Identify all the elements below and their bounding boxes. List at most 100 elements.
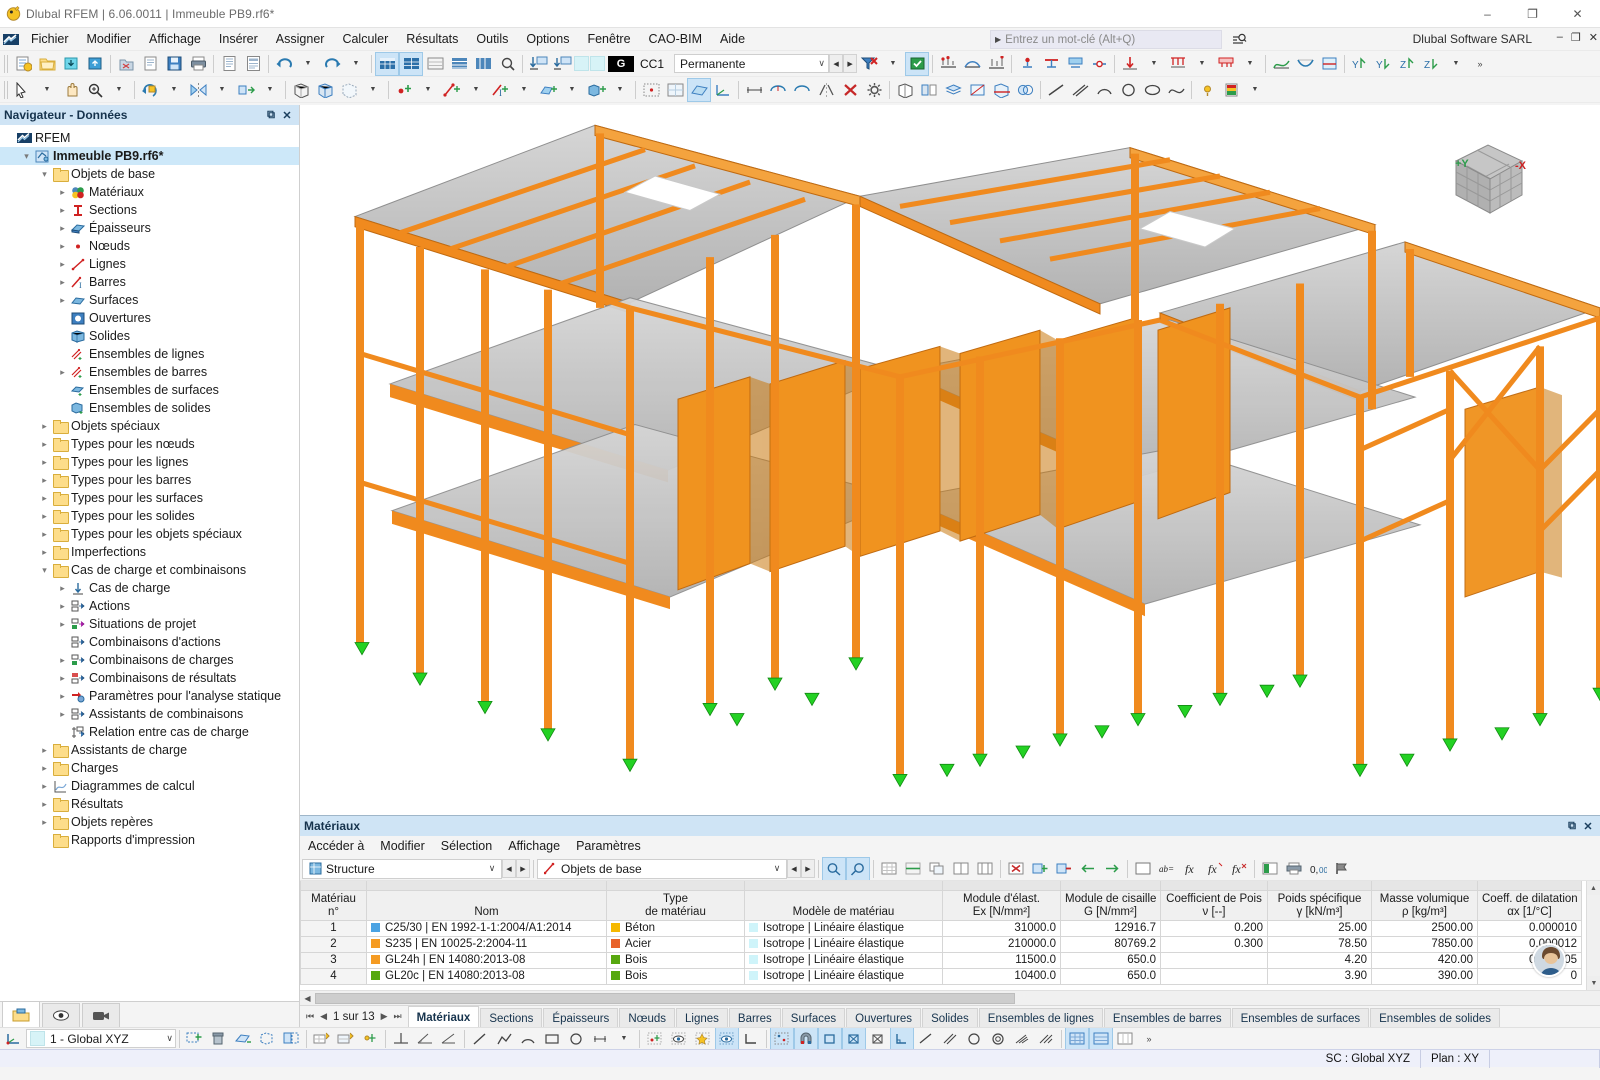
load-case-next-button[interactable]: ▶ <box>843 54 858 73</box>
menu-calculer[interactable]: Calculer <box>333 28 397 51</box>
snap-more-button[interactable] <box>1034 1028 1058 1049</box>
new-model-button[interactable] <box>11 52 35 76</box>
nav-item-combinaisons-de-charges[interactable]: ▸ Combinaisons de charges <box>0 651 299 669</box>
grid-column-selector[interactable] <box>300 881 367 891</box>
nav-item-barres[interactable]: ▸ I Barres <box>0 273 299 291</box>
bottom-tab-ouvertures[interactable]: Ouvertures <box>846 1007 922 1028</box>
cell-rho[interactable]: 2500.00 <box>1371 919 1478 937</box>
redo-button[interactable] <box>320 52 344 76</box>
mdi-minimize-button[interactable]: – <box>1557 31 1563 44</box>
menu-fen-tre[interactable]: Fenêtre <box>578 28 639 51</box>
cell-gamma[interactable]: 25.00 <box>1267 919 1372 937</box>
chevron-right-icon[interactable]: ▸ <box>56 655 69 666</box>
snap-extension-button[interactable] <box>1010 1028 1034 1049</box>
grid-new-button[interactable] <box>310 1028 334 1049</box>
cell-g[interactable]: 650.0 <box>1060 951 1161 969</box>
add-load-case-button[interactable] <box>526 52 550 76</box>
nav-item-ouvertures[interactable]: Ouvertures <box>0 309 299 327</box>
vis-toggle-button[interactable] <box>715 1028 739 1049</box>
nav-item-r-sultats[interactable]: ▸ Résultats <box>0 795 299 813</box>
table-row[interactable]: 2 S235 | EN 10025-2:2004-11 Acier Isotrope … <box>300 935 1582 953</box>
more-tools-dropdown[interactable]: ▼ <box>1243 78 1267 102</box>
snap-parallel-button[interactable] <box>938 1028 962 1049</box>
vis-nodes-button[interactable] <box>643 1028 667 1049</box>
measure-button[interactable] <box>766 78 790 102</box>
axis-y-button[interactable]: Y <box>1372 52 1396 76</box>
coordinate-system-icon[interactable] <box>2 1028 26 1049</box>
grid-column-selector[interactable] <box>1267 881 1372 891</box>
zoom-dropdown[interactable]: ▼ <box>107 78 131 102</box>
nav-item-surfaces[interactable]: ▸ Surfaces <box>0 291 299 309</box>
rect-draw-button[interactable] <box>540 1028 564 1049</box>
cell-no[interactable]: 1 <box>300 919 367 937</box>
toolbar-grip[interactable] <box>4 54 9 73</box>
rename-column-button[interactable]: ab= <box>1155 857 1179 880</box>
chevron-right-icon[interactable]: ▸ <box>56 673 69 684</box>
grid-horizontal-scrollbar[interactable]: ◀ <box>300 990 1600 1005</box>
polar-mode-button[interactable] <box>413 1028 437 1049</box>
cell-model[interactable]: Isotrope | Linéaire élastique <box>744 967 943 985</box>
chevron-right-icon[interactable]: ▸ <box>56 709 69 720</box>
chevron-right-icon[interactable]: ▸ <box>56 205 69 216</box>
cell-name[interactable]: GL24h | EN 14080:2013-08 <box>366 951 607 969</box>
axis-z2-button[interactable]: Z <box>1420 52 1444 76</box>
nav-item-types-pour-les-n-uds[interactable]: ▸ Types pour les nœuds <box>0 435 299 453</box>
transparency-button[interactable] <box>1013 78 1037 102</box>
chevron-right-icon[interactable]: ▸ <box>38 421 51 432</box>
cell-rho[interactable]: 420.00 <box>1371 951 1478 969</box>
delete-button[interactable] <box>838 78 862 102</box>
menu-assigner[interactable]: Assigner <box>267 28 334 51</box>
structure-filter-combo[interactable]: Structure ∨ <box>302 858 502 879</box>
pager-last-button[interactable]: ⏭ <box>394 1011 402 1022</box>
axis-dropdown[interactable]: ▼ <box>1444 52 1468 76</box>
calculate-all-button[interactable] <box>936 52 960 76</box>
nav-item-lignes[interactable]: ▸ Lignes <box>0 255 299 273</box>
cell-g[interactable]: 650.0 <box>1060 967 1161 985</box>
bottom-tab-barres[interactable]: Barres <box>728 1007 781 1028</box>
cell-type[interactable]: Acier <box>606 935 745 953</box>
print-report-button[interactable] <box>217 52 241 76</box>
circle-draw-button[interactable] <box>564 1028 588 1049</box>
calculate-combination-button[interactable] <box>984 52 1008 76</box>
chevron-right-icon[interactable]: ▸ <box>38 799 51 810</box>
formula-button[interactable]: fx <box>1179 857 1203 880</box>
keyword-search-input[interactable]: ▶ Entrez un mot-clé (Alt+Q) <box>990 30 1222 49</box>
remove-object-button[interactable] <box>1052 857 1076 880</box>
grid-column-header[interactable]: Matériau n° <box>300 889 367 921</box>
grid-column-header[interactable]: Module de cisaille G [N/mm²] <box>1060 889 1161 921</box>
nav-item-ensembles-de-lignes[interactable]: Ensembles de lignes <box>0 345 299 363</box>
dim-draw-button[interactable] <box>588 1028 612 1049</box>
surface-load-button[interactable] <box>1214 52 1238 76</box>
menu-modifier[interactable]: Modifier <box>78 28 140 51</box>
grid-column-selector[interactable] <box>1371 881 1478 891</box>
bottom-tab-mat-riaux[interactable]: Matériaux <box>407 1005 480 1028</box>
vis-objects-button[interactable] <box>667 1028 691 1049</box>
navigator-tab-display[interactable] <box>42 1003 80 1027</box>
mdi-close-button[interactable]: ✕ <box>1589 31 1598 44</box>
chevron-right-icon[interactable]: ▸ <box>56 619 69 630</box>
redo-dropdown[interactable]: ▼ <box>344 52 368 76</box>
line-load-button[interactable] <box>1166 52 1190 76</box>
chevron-down-icon[interactable]: ▾ <box>20 151 33 162</box>
cell-g[interactable]: 12916.7 <box>1060 919 1161 937</box>
formula-clear-button[interactable]: fx <box>1227 857 1251 880</box>
cell-rho[interactable]: 7850.00 <box>1371 935 1478 953</box>
wp-move-plane-button[interactable] <box>231 1028 255 1049</box>
menu-fichier[interactable]: Fichier <box>22 28 78 51</box>
column-visibility-button[interactable] <box>1131 857 1155 880</box>
pager-prev-button[interactable]: ◀ <box>320 1011 327 1022</box>
chevron-right-icon[interactable]: ▸ <box>56 187 69 198</box>
chevron-right-icon[interactable]: ▸ <box>56 367 69 378</box>
snap-perp-button[interactable] <box>890 1028 914 1049</box>
wp-align-plane-button[interactable] <box>279 1028 303 1049</box>
grid-column-header[interactable]: Masse volumique ρ [kg/m³] <box>1371 889 1478 921</box>
navigator-tab-data[interactable] <box>2 1001 40 1027</box>
section-cut-button[interactable] <box>989 78 1013 102</box>
cell-name[interactable]: S235 | EN 10025-2:2004-11 <box>366 935 607 953</box>
formula-edit-button[interactable]: fx <box>1203 857 1227 880</box>
snap-center-button[interactable] <box>842 1028 866 1049</box>
navigator-close-icon[interactable]: ✕ <box>279 109 295 122</box>
scroll-thumb[interactable] <box>315 992 1015 1004</box>
materials-table[interactable]: Matériau n° Nom Type de matériau Modèle de ma… <box>300 881 1582 985</box>
grid-column-selector[interactable] <box>1477 881 1582 891</box>
